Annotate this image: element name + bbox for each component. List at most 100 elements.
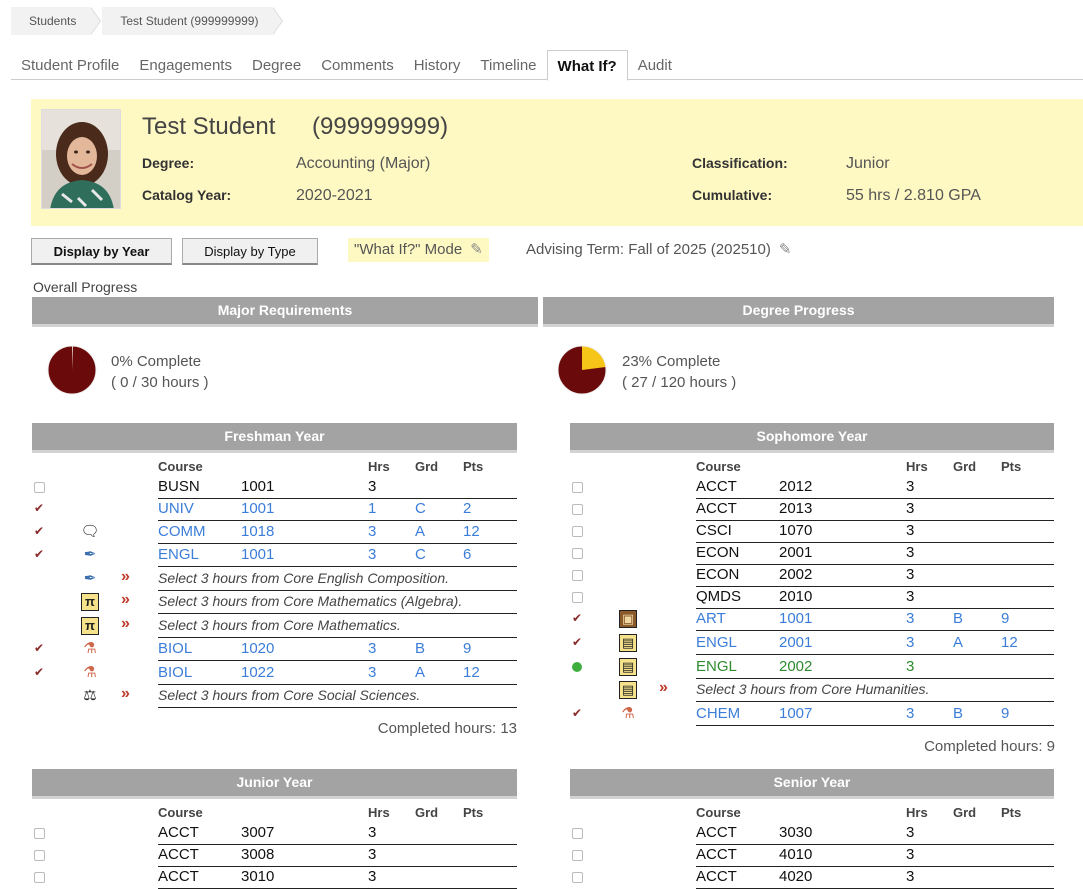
tab-degree[interactable]: Degree — [242, 50, 311, 80]
course-checkbox[interactable] — [572, 570, 583, 581]
row-underline — [696, 656, 1054, 679]
double-chevron-right-icon[interactable]: » — [121, 615, 130, 633]
book-icon: ▤ — [618, 680, 638, 700]
course-number[interactable]: 1001 — [779, 610, 812, 627]
requirement-text[interactable]: Select 3 hours from Core Humanities. — [696, 681, 929, 697]
course-subject[interactable]: ART — [696, 610, 726, 627]
course-checkbox[interactable] — [34, 482, 45, 493]
course-hours: 1 — [368, 500, 377, 517]
what-if-mode-label: "What If?" Mode — [354, 241, 463, 258]
course-checkbox[interactable] — [572, 504, 583, 515]
col-header-course: Course — [158, 459, 203, 474]
course-row: BUSN 1001 3 — [32, 476, 522, 499]
course-row: ✔ ⚗ BIOL 1020 3 B 9 — [32, 638, 522, 661]
course-subject: BUSN — [158, 478, 200, 495]
course-grade: A — [415, 523, 426, 540]
completed-hours: Completed hours: 9 — [924, 738, 1055, 755]
pencil-icon[interactable]: ✎ — [779, 238, 792, 262]
tab-history[interactable]: History — [404, 50, 471, 80]
tab-engagements[interactable]: Engagements — [129, 50, 242, 80]
course-row: ACCT 3007 3 — [32, 822, 522, 845]
requirement-text[interactable]: Select 3 hours from Core Mathematics. — [158, 617, 401, 633]
what-if-mode-indicator[interactable]: "What If?" Mode ✎ — [348, 238, 489, 262]
checkmark-icon: ✔ — [34, 524, 45, 538]
course-checkbox[interactable] — [572, 526, 583, 537]
display-by-year-button[interactable]: Display by Year — [31, 238, 172, 265]
course-subject: CSCI — [696, 522, 732, 539]
tab-comments[interactable]: Comments — [311, 50, 404, 80]
col-header-grd: Grd — [415, 805, 439, 820]
double-chevron-right-icon[interactable]: » — [121, 591, 130, 609]
tab-audit[interactable]: Audit — [628, 50, 682, 80]
course-row: ACCT 3030 3 — [570, 822, 1060, 845]
checkmark-icon: ✔ — [572, 635, 583, 649]
course-row: ✔ ⚗ BIOL 1022 3 A 12 — [32, 662, 522, 685]
tab-timeline[interactable]: Timeline — [470, 50, 546, 80]
course-subject: ACCT — [696, 846, 737, 863]
course-subject: ACCT — [158, 824, 199, 841]
requirement-text[interactable]: Select 3 hours from Core Mathematics (Al… — [158, 593, 462, 609]
course-checkbox[interactable] — [572, 482, 583, 493]
requirement-text[interactable]: Select 3 hours from Core Social Sciences… — [158, 687, 420, 703]
requirement-text[interactable]: Select 3 hours from Core English Composi… — [158, 570, 449, 586]
course-checkbox[interactable] — [572, 872, 583, 883]
course-checkbox[interactable] — [34, 850, 45, 861]
double-chevron-right-icon[interactable]: » — [659, 679, 668, 697]
course-subject[interactable]: COMM — [158, 523, 206, 540]
col-header-grd: Grd — [953, 459, 977, 474]
row-underline — [158, 844, 517, 867]
course-row: ACCT 4020 3 — [570, 866, 1060, 889]
course-number[interactable]: 1001 — [241, 500, 274, 517]
course-number: 2012 — [779, 478, 813, 495]
course-number[interactable]: 1022 — [241, 664, 274, 681]
course-subject[interactable]: CHEM — [696, 705, 740, 722]
course-checkbox[interactable] — [572, 850, 583, 861]
course-checkbox[interactable] — [572, 548, 583, 559]
course-checkbox[interactable] — [34, 872, 45, 883]
course-number[interactable]: 1001 — [241, 546, 274, 563]
breadcrumb-students[interactable]: Students — [11, 7, 102, 35]
course-subject[interactable]: UNIV — [158, 500, 194, 517]
tab-what-if[interactable]: What If? — [546, 50, 628, 81]
course-subject[interactable]: BIOL — [158, 664, 192, 681]
course-number[interactable]: 1007 — [779, 705, 812, 722]
course-points: 2 — [463, 500, 472, 517]
course-subject[interactable]: ENGL — [696, 658, 737, 675]
double-chevron-right-icon[interactable]: » — [121, 685, 130, 703]
course-number[interactable]: 2001 — [779, 634, 812, 651]
course-number: 3010 — [241, 868, 275, 885]
course-subject[interactable]: BIOL — [158, 640, 192, 657]
course-row: ▤ ENGL 2002 3 — [570, 656, 1060, 679]
course-row: ✔ UNIV 1001 1 C 2 — [32, 498, 522, 521]
course-hours: 3 — [368, 546, 377, 563]
course-checkbox[interactable] — [572, 592, 583, 603]
course-number: 3008 — [241, 846, 275, 863]
course-hours: 3 — [906, 658, 915, 675]
course-checkbox[interactable] — [34, 828, 45, 839]
course-hours: 3 — [906, 610, 915, 627]
breadcrumb-current-student[interactable]: Test Student (999999999) — [102, 7, 284, 35]
tab-student-profile[interactable]: Student Profile — [11, 50, 129, 80]
major-hours: ( 0 / 30 hours ) — [111, 374, 209, 391]
col-header-pts: Pts — [1001, 805, 1022, 820]
pen-icon: ✒ — [83, 570, 97, 587]
course-number[interactable]: 1020 — [241, 640, 274, 657]
course-number[interactable]: 1018 — [241, 523, 274, 540]
course-row: ✔ 🗨 COMM 1018 3 A 12 — [32, 521, 522, 544]
double-chevron-right-icon[interactable]: » — [121, 568, 130, 586]
course-row: ECON 2002 3 — [570, 564, 1060, 587]
pencil-icon[interactable]: ✎ — [470, 238, 483, 262]
row-underline — [158, 822, 517, 845]
degree-label: Degree: — [142, 155, 195, 171]
requirement-row: ⚖ » Select 3 hours from Core Social Scienc… — [32, 685, 522, 708]
course-subject[interactable]: ENGL — [696, 634, 737, 651]
student-id: (999999999) — [312, 113, 449, 140]
display-by-type-button[interactable]: Display by Type — [182, 238, 318, 265]
course-number[interactable]: 2002 — [779, 658, 812, 675]
pi-icon: π — [80, 592, 100, 612]
course-points: 9 — [463, 640, 472, 657]
major-progress-pie — [47, 345, 97, 395]
course-checkbox[interactable] — [572, 828, 583, 839]
advising-term[interactable]: Advising Term: Fall of 2025 (202510) ✎ — [526, 238, 791, 262]
course-subject[interactable]: ENGL — [158, 546, 199, 563]
